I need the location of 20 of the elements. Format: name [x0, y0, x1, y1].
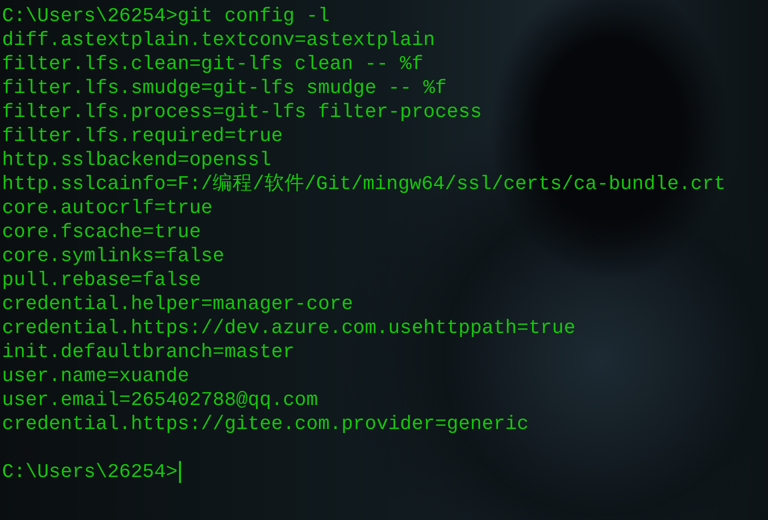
output-line: user.email=265402788@qq.com [2, 388, 318, 412]
output-line: core.fscache=true [2, 220, 201, 244]
prompt-text: C:\Users\26254> [2, 460, 178, 484]
output-line: pull.rebase=false [2, 268, 201, 292]
output-line: filter.lfs.process=git-lfs filter-process [2, 100, 482, 124]
command-line: C:\Users\26254>git config -l [2, 4, 330, 28]
output-line: http.sslcainfo=F:/编程/软件/Git/mingw64/ssl/certs/ca-bundle.crt [2, 172, 726, 196]
output-line: filter.lfs.required=true [2, 124, 283, 148]
output-line: init.defaultbranch=master [2, 340, 295, 364]
output-line: filter.lfs.clean=git-lfs clean -- %f [2, 52, 424, 76]
output-line: user.name=xuande [2, 364, 190, 388]
output-line: credential.https://gitee.com.provider=generic [2, 412, 529, 436]
output-line: credential.helper=manager-core [2, 292, 354, 316]
output-line: core.autocrlf=true [2, 196, 213, 220]
output-line: core.symlinks=false [2, 244, 224, 268]
output-line: filter.lfs.smudge=git-lfs smudge -- %f [2, 76, 447, 100]
text-cursor [178, 461, 181, 483]
output-line: http.sslbackend=openssl [2, 148, 272, 172]
output-line: credential.https://dev.azure.com.usehttppath=true [2, 316, 576, 340]
output-line: diff.astextplain.textconv=astextplain [2, 28, 435, 52]
